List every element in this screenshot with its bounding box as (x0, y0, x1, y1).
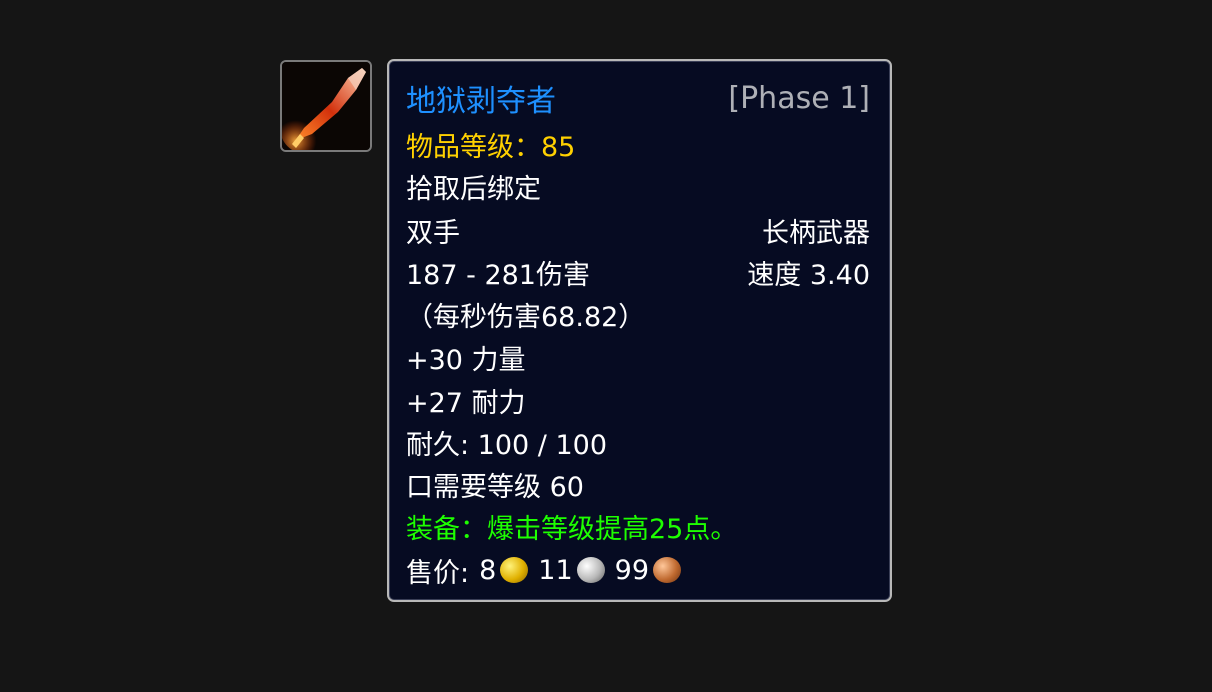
silver-amount: 11 (538, 554, 573, 586)
dps-text: （每秒伤害68.82） (406, 301, 646, 333)
sell-price-row: 售价: 8 11 99 (406, 549, 870, 591)
binding-text: 拾取后绑定 (406, 173, 541, 205)
slot-text: 双手 (406, 217, 460, 249)
binding-row: 拾取后绑定 (406, 165, 870, 207)
gold-coin-icon (500, 557, 529, 583)
gold-amount: 8 (479, 554, 497, 586)
copper-amount: 99 (614, 554, 650, 586)
item-tooltip: 地狱剥夺者 [Phase 1] 物品等级：85 拾取后绑定 双手 长柄武器 18… (387, 59, 892, 602)
required-level-row: 口需要等级 60 (406, 463, 870, 505)
stat-strength: +30 力量 (406, 344, 526, 376)
money-gold: 8 (479, 555, 532, 586)
equip-effect-text: 装备：爆击等级提高25点。 (406, 513, 738, 545)
damage-text: 187 - 281伤害 (406, 259, 590, 291)
money-silver: 11 (538, 555, 608, 586)
damage-speed-row: 187 - 281伤害 速度 3.40 (406, 251, 870, 293)
slot-type-row: 双手 长柄武器 (406, 209, 870, 251)
durability-row: 耐久: 100 / 100 (406, 421, 870, 463)
silver-coin-icon (576, 557, 605, 583)
item-icon[interactable] (280, 60, 372, 152)
tooltip-header: 地狱剥夺者 [Phase 1] (406, 76, 870, 120)
item-name[interactable]: 地狱剥夺者 (406, 76, 556, 120)
money-copper: 99 (615, 555, 685, 586)
stat-row: +27 耐力 (406, 379, 870, 421)
item-level: 物品等级：85 (406, 131, 576, 163)
item-level-row: 物品等级：85 (406, 123, 870, 165)
stat-stamina: +27 耐力 (406, 387, 526, 419)
equip-effect-row: 装备：爆击等级提高25点。 (406, 505, 870, 547)
speed-text: 速度 3.40 (747, 259, 870, 291)
durability-text: 耐久: 100 / 100 (406, 429, 608, 461)
stat-row: +30 力量 (406, 336, 870, 378)
dps-row: （每秒伤害68.82） (406, 293, 870, 335)
sell-price-label: 售价: (406, 557, 470, 589)
phase-tag: [Phase 1] (728, 80, 870, 116)
required-level-text: 口需要等级 60 (406, 471, 584, 503)
weapon-type: 长柄武器 (762, 217, 870, 249)
copper-coin-icon (653, 557, 682, 583)
polearm-weapon-icon (282, 62, 370, 150)
